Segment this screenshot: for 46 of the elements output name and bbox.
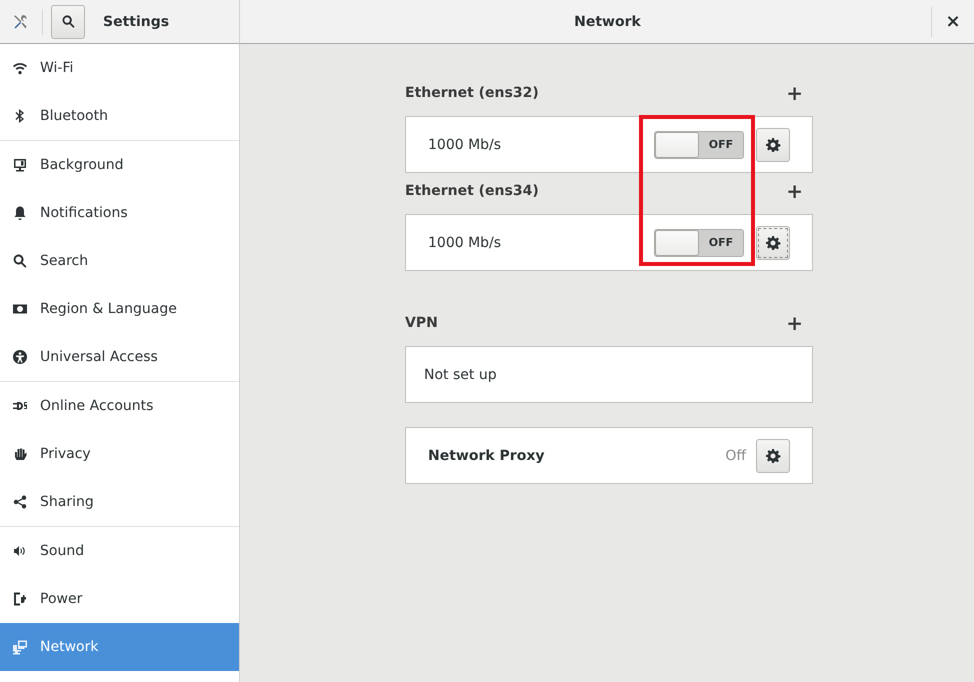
category-icon xyxy=(12,591,28,607)
category-icon xyxy=(12,205,28,221)
add-button[interactable]: + xyxy=(786,181,803,201)
search-button[interactable] xyxy=(51,4,85,38)
speed-label: 1000 Mb/s xyxy=(428,136,502,152)
settings-button[interactable] xyxy=(756,438,790,472)
category-icon xyxy=(12,349,28,365)
settings-button[interactable] xyxy=(756,128,790,162)
sidebar-item[interactable]: Region & Language xyxy=(0,285,239,333)
category-icon xyxy=(12,253,28,269)
window-title: Network xyxy=(573,14,642,30)
gear-icon xyxy=(765,136,781,152)
sidebar-item[interactable]: Bluetooth xyxy=(0,92,239,140)
sidebar-item[interactable]: Online Accounts xyxy=(0,382,239,430)
section-title: Ethernet (ens34) xyxy=(405,183,539,199)
proxy-label: Network Proxy xyxy=(428,448,546,464)
sidebar-item[interactable]: Wi-Fi xyxy=(0,44,239,92)
sidebar-item[interactable]: Background xyxy=(0,141,239,189)
sidebar-item[interactable]: Sharing xyxy=(0,478,239,526)
section-title: Ethernet (ens32) xyxy=(405,85,539,101)
sidebar-item[interactable]: Universal Access xyxy=(0,333,239,381)
proxy-status: Off xyxy=(725,448,746,464)
toggle-switch[interactable]: OFF xyxy=(654,130,744,158)
category-icon xyxy=(12,157,28,173)
category-icon xyxy=(12,639,28,655)
search-icon xyxy=(60,14,76,29)
gear-icon xyxy=(765,234,781,250)
sidebar-item[interactable]: Sound xyxy=(0,527,239,575)
sidebar-item[interactable]: Notifications xyxy=(0,189,239,237)
tools-icon xyxy=(12,14,28,30)
sidebar-title: Settings xyxy=(103,14,170,30)
sidebar-item[interactable]: Power xyxy=(0,575,239,623)
sidebar-item[interactable]: Search xyxy=(0,237,239,285)
section-title: VPN xyxy=(405,315,438,331)
add-button[interactable]: + xyxy=(786,313,803,333)
gear-icon xyxy=(765,448,781,464)
close-button[interactable]: × xyxy=(932,6,974,36)
speed-label: 1000 Mb/s xyxy=(428,234,502,250)
empty-label: Not set up xyxy=(424,366,497,382)
category-icon xyxy=(12,446,28,462)
settings-button[interactable] xyxy=(756,226,790,260)
sidebar-item[interactable]: Privacy xyxy=(0,430,239,478)
toggle-switch[interactable]: OFF xyxy=(654,228,744,256)
add-button[interactable]: + xyxy=(786,83,803,103)
category-icon xyxy=(12,494,28,510)
category-icon xyxy=(12,60,28,76)
